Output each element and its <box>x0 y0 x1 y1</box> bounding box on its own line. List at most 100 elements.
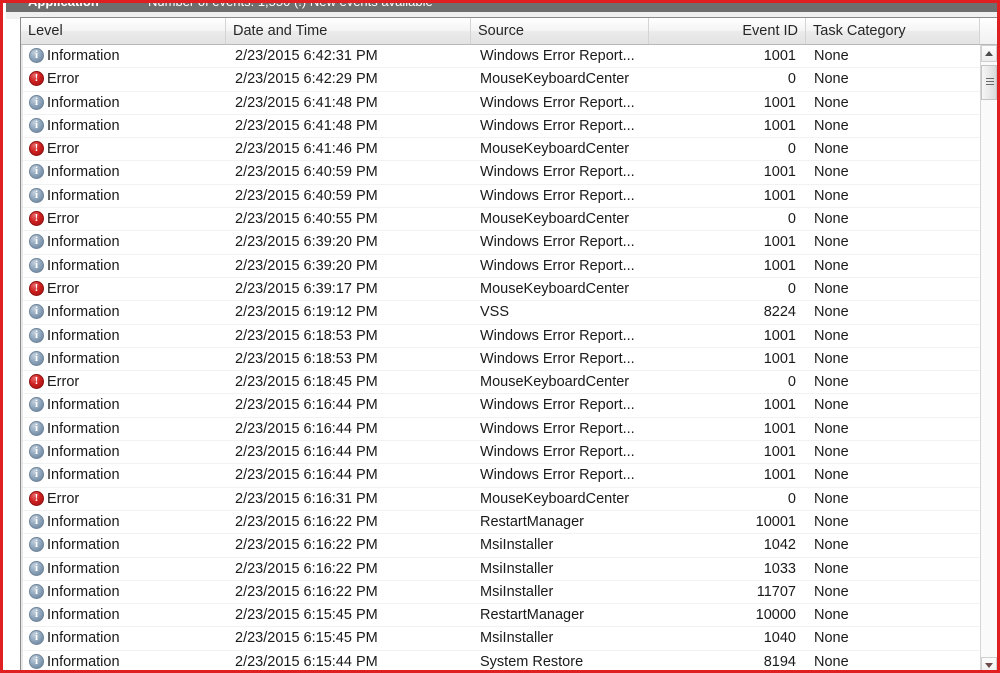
table-row[interactable]: Information 2/23/2015 6:18:53 PM Windows E… <box>21 324 981 348</box>
cell-level: Information <box>21 161 226 184</box>
cell-source: MsiInstaller <box>480 560 554 577</box>
table-row[interactable]: Information 2/23/2015 6:15:45 PM MsiInstal… <box>21 627 981 651</box>
table-row[interactable]: Error 2/23/2015 6:41:46 PM MouseKeyboardCe… <box>21 138 981 162</box>
table-row[interactable]: Information 2/23/2015 6:16:22 PM MsiInstal… <box>21 534 981 558</box>
column-header-task-category[interactable]: Task Category <box>806 18 981 44</box>
cell-level: Error <box>21 488 226 511</box>
scroll-thumb[interactable] <box>981 65 997 100</box>
scroll-up-arrow-icon[interactable] <box>981 45 997 62</box>
cell-level: Error <box>21 208 226 231</box>
level-label: Error <box>47 141 80 158</box>
table-row[interactable]: Information 2/23/2015 6:39:20 PM Windows E… <box>21 231 981 255</box>
table-row[interactable]: Information 2/23/2015 6:19:12 PM VSS 8224 No… <box>21 301 981 325</box>
table-row[interactable]: Information 2/23/2015 6:18:53 PM Windows E… <box>21 347 981 372</box>
column-header-row: Level Date and Time Source Event ID Task… <box>21 18 997 45</box>
cell-task-category: None <box>814 653 849 670</box>
cell-date-and-time: 2/23/2015 6:16:44 PM <box>235 420 378 437</box>
information-icon <box>29 234 44 250</box>
cell-task-category: None <box>814 187 849 204</box>
table-row[interactable]: Information 2/23/2015 6:16:44 PM Windows E… <box>21 464 981 488</box>
table-row[interactable]: Error 2/23/2015 6:16:31 PM MouseKeyboardCe… <box>21 487 981 511</box>
column-header-source[interactable]: Source <box>471 18 649 44</box>
error-icon <box>29 280 44 296</box>
cell-event-id: 1001 <box>763 117 796 134</box>
cell-task-category: None <box>814 350 849 367</box>
cell-level: Information <box>21 441 226 464</box>
cell-level: Error <box>21 138 226 161</box>
cell-event-id: 8194 <box>763 653 796 670</box>
cell-task-category: None <box>814 164 849 181</box>
level-label: Information <box>47 304 120 321</box>
level-label: Information <box>47 444 120 461</box>
information-icon <box>29 117 44 133</box>
cell-date-and-time: 2/23/2015 6:41:46 PM <box>235 141 378 158</box>
table-row[interactable]: Error 2/23/2015 6:39:17 PM MouseKeyboardCe… <box>21 277 981 302</box>
table-row[interactable]: Information 2/23/2015 6:16:44 PM Windows E… <box>21 417 981 442</box>
cell-source: MouseKeyboardCenter <box>480 374 630 391</box>
information-icon <box>29 350 44 366</box>
cell-level: Information <box>21 464 226 487</box>
cell-level: Information <box>21 231 226 254</box>
cell-level: Information <box>21 604 226 627</box>
table-row[interactable]: Information 2/23/2015 6:41:48 PM Windows E… <box>21 114 981 139</box>
level-label: Information <box>47 467 120 484</box>
column-header-event-id[interactable]: Event ID <box>649 18 806 44</box>
table-row[interactable]: Information 2/23/2015 6:16:44 PM Windows E… <box>21 394 981 418</box>
cell-level: Information <box>21 255 226 278</box>
vertical-scrollbar[interactable] <box>980 45 997 670</box>
cell-task-category: None <box>814 374 849 391</box>
table-row[interactable]: Information 2/23/2015 6:16:44 PM Windows E… <box>21 441 981 465</box>
cell-date-and-time: 2/23/2015 6:42:29 PM <box>235 71 378 88</box>
table-row[interactable]: Information 2/23/2015 6:16:22 PM MsiInstal… <box>21 557 981 581</box>
cell-event-id: 1001 <box>763 467 796 484</box>
column-header-level[interactable]: Level <box>21 18 226 44</box>
cell-source: Windows Error Report... <box>480 234 635 251</box>
table-row[interactable]: Information 2/23/2015 6:40:59 PM Windows E… <box>21 161 981 185</box>
cell-event-id: 1042 <box>763 537 796 554</box>
table-row[interactable]: Error 2/23/2015 6:18:45 PM MouseKeyboardCe… <box>21 371 981 395</box>
scrollbar-track[interactable] <box>981 62 997 657</box>
table-row[interactable]: Error 2/23/2015 6:40:55 PM MouseKeyboardCe… <box>21 208 981 232</box>
cell-date-and-time: 2/23/2015 6:15:45 PM <box>235 630 378 647</box>
information-icon <box>29 444 44 460</box>
level-label: Information <box>47 653 120 670</box>
level-label: Error <box>47 211 80 228</box>
cell-level: Error <box>21 371 226 394</box>
scroll-down-arrow-icon[interactable] <box>981 657 997 670</box>
information-icon <box>29 583 44 599</box>
cell-event-id: 10001 <box>755 513 796 530</box>
information-icon <box>29 630 44 646</box>
table-row[interactable]: Information 2/23/2015 6:39:20 PM Windows E… <box>21 254 981 278</box>
cell-date-and-time: 2/23/2015 6:16:31 PM <box>235 490 378 507</box>
cell-event-id: 8224 <box>763 304 796 321</box>
cell-level: Error <box>21 68 226 91</box>
cell-source: Windows Error Report... <box>480 48 635 64</box>
level-label: Information <box>47 420 120 437</box>
cell-event-id: 0 <box>787 211 796 228</box>
information-icon <box>29 327 44 343</box>
cell-level: Information <box>21 558 226 581</box>
information-icon <box>29 48 44 63</box>
cell-source: Windows Error Report... <box>480 444 635 461</box>
cell-task-category: None <box>814 117 849 134</box>
table-row[interactable]: Information 2/23/2015 6:41:48 PM Windows E… <box>21 91 981 115</box>
table-row[interactable]: Information 2/23/2015 6:15:45 PM RestartMa… <box>21 604 981 628</box>
level-label: Information <box>47 630 120 647</box>
table-row[interactable]: Information 2/23/2015 6:40:59 PM Windows E… <box>21 184 981 209</box>
level-label: Information <box>47 607 120 624</box>
cell-source: Windows Error Report... <box>480 257 635 274</box>
cell-date-and-time: 2/23/2015 6:15:44 PM <box>235 653 378 670</box>
cell-task-category: None <box>814 537 849 554</box>
table-row[interactable]: Information 2/23/2015 6:16:22 PM RestartMa… <box>21 510 981 535</box>
information-icon <box>29 607 44 623</box>
list-left-edge <box>21 45 23 670</box>
cell-level: Information <box>21 581 226 604</box>
table-row[interactable]: Information 2/23/2015 6:15:44 PM System Re… <box>21 650 981 670</box>
cell-task-category: None <box>814 71 849 88</box>
level-label: Information <box>47 560 120 577</box>
table-row[interactable]: Information 2/23/2015 6:16:22 PM MsiInstal… <box>21 580 981 605</box>
table-row[interactable]: Information 2/23/2015 6:42:31 PM Windows E… <box>21 45 981 69</box>
column-header-date-and-time[interactable]: Date and Time <box>226 18 471 44</box>
table-row[interactable]: Error 2/23/2015 6:42:29 PM MouseKeyboardCe… <box>21 68 981 92</box>
cell-date-and-time: 2/23/2015 6:39:20 PM <box>235 257 378 274</box>
